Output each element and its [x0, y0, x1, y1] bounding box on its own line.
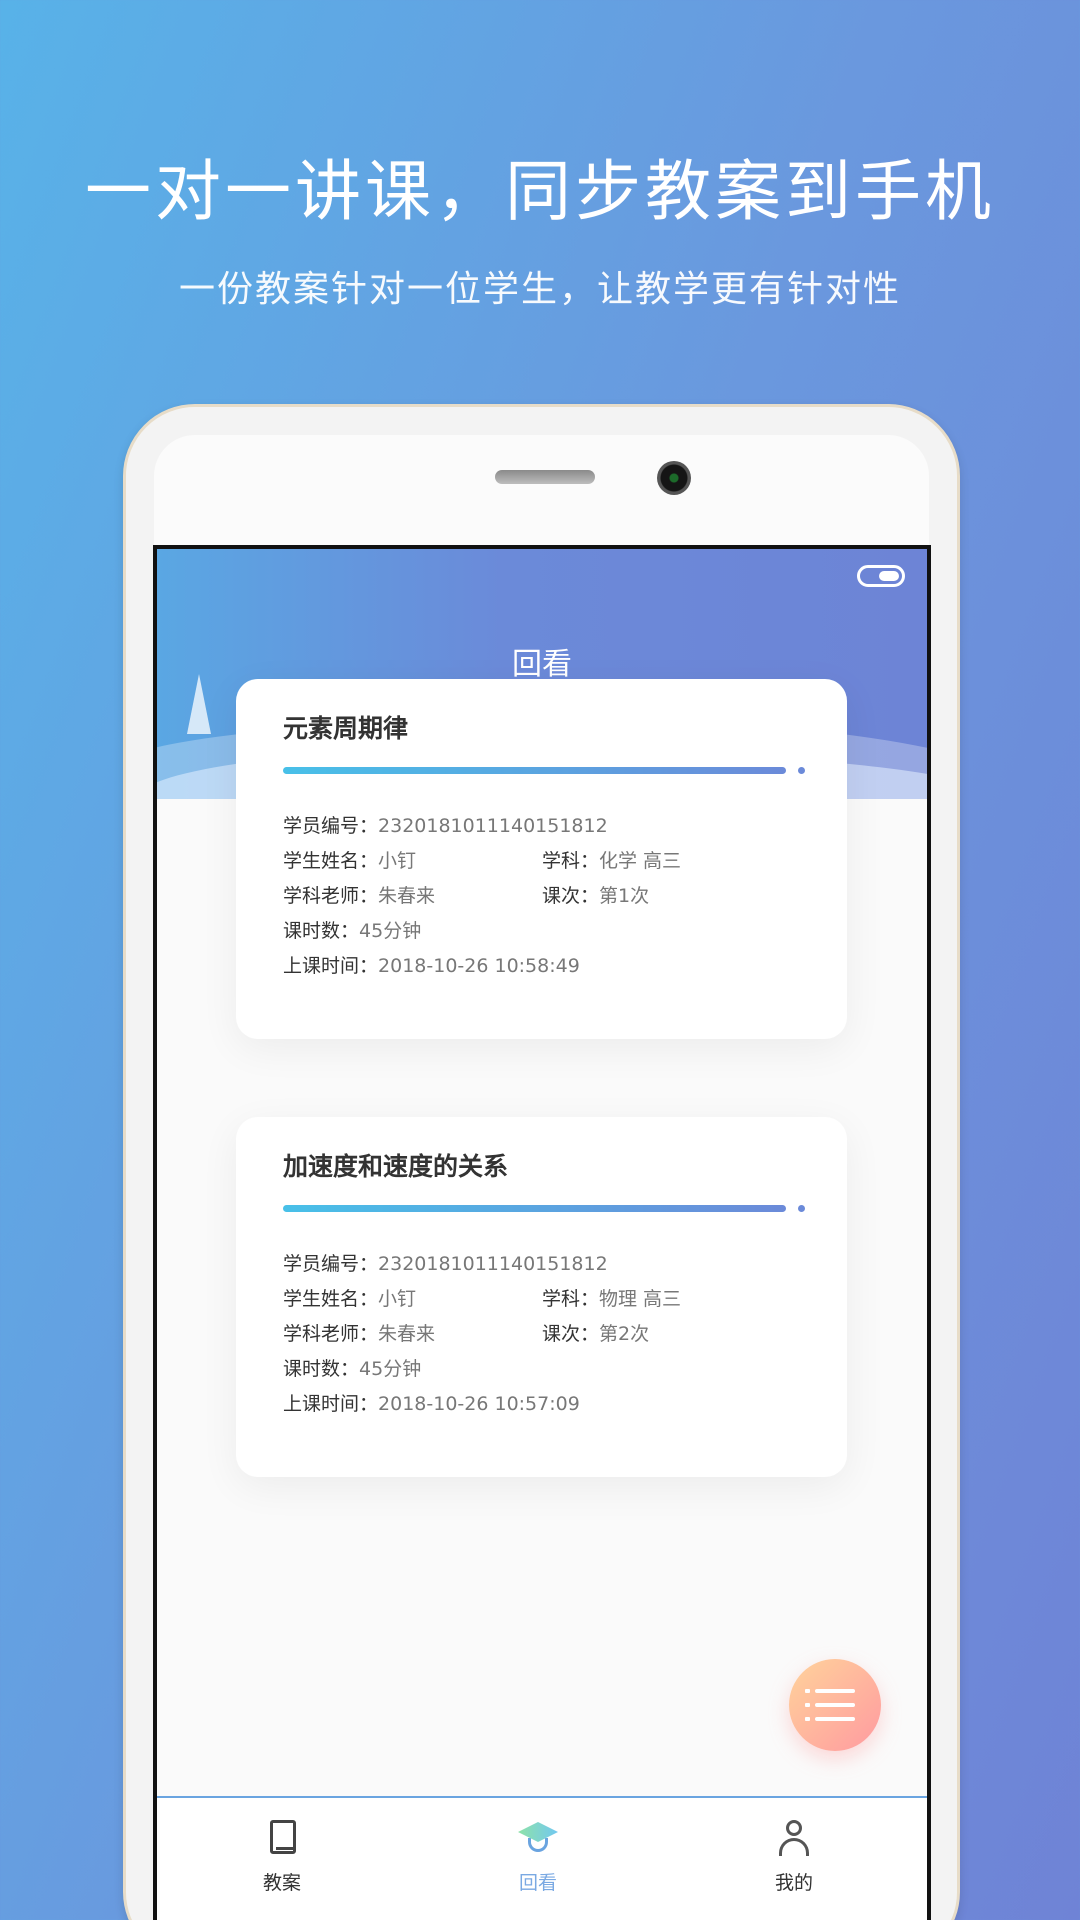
class-time-label: 上课时间：: [283, 1393, 379, 1415]
sail-decoration: [187, 674, 211, 734]
lesson-title: 加速度和速度的关系: [283, 1152, 509, 1181]
student-id-label: 学员编号：: [283, 815, 379, 837]
subject-label: 学科：: [542, 1288, 600, 1310]
teacher-row: 学科老师：朱春来: [283, 1319, 435, 1346]
student-id-row: 学员编号：2320181011140151812: [283, 1249, 608, 1276]
tab-label: 我的: [774, 1872, 813, 1894]
class-time-value: 2018-10-26 10:57:09: [378, 1393, 580, 1415]
class-time-value: 2018-10-26 10:58:49: [378, 955, 580, 977]
graduation-cap-icon: [518, 1818, 558, 1858]
bottom-tab-bar: 教案 回看 我的: [157, 1796, 927, 1920]
progress-dot: [798, 767, 805, 774]
phone-screen: 回看 元素周期律 学员编号：2320181011140151812 学生姓名：小…: [153, 545, 931, 1920]
subject-label: 学科：: [542, 850, 600, 872]
duration-row: 课时数：45分钟: [283, 1354, 421, 1381]
student-name-row: 学生姓名：小钉: [283, 846, 416, 873]
student-name-row: 学生姓名：小钉: [283, 1284, 416, 1311]
tab-mine[interactable]: 我的: [734, 1818, 854, 1895]
teacher-value: 朱春来: [378, 885, 436, 907]
tab-lesson-plans[interactable]: 教案: [222, 1818, 342, 1895]
lesson-no-value: 第2次: [599, 1323, 650, 1345]
menu-fab-button[interactable]: [789, 1659, 881, 1751]
user-icon: [774, 1818, 814, 1858]
student-name-value: 小钉: [378, 850, 417, 872]
teacher-label: 学科老师：: [283, 1323, 379, 1345]
progress-dot: [798, 1205, 805, 1212]
class-time-row: 上课时间：2018-10-26 10:57:09: [283, 1389, 580, 1416]
page-title: 回看: [512, 647, 572, 682]
student-id-value: 2320181011140151812: [378, 1253, 608, 1275]
duration-row: 课时数：45分钟: [283, 916, 421, 943]
teacher-label: 学科老师：: [283, 885, 379, 907]
subject-value: 物理 高三: [599, 1288, 682, 1310]
lesson-no-row: 课次：第2次: [542, 1319, 649, 1346]
subject-value: 化学 高三: [599, 850, 682, 872]
student-id-value: 2320181011140151812: [378, 815, 608, 837]
book-icon: [262, 1818, 302, 1858]
duration-value: 45分钟: [359, 920, 422, 942]
subject-row: 学科：化学 高三: [542, 846, 681, 873]
tab-label: 教案: [262, 1872, 301, 1894]
teacher-value: 朱春来: [378, 1323, 436, 1345]
student-name-label: 学生姓名：: [283, 1288, 379, 1310]
lesson-no-label: 课次：: [542, 885, 600, 907]
duration-label: 课时数：: [283, 920, 360, 942]
lesson-no-value: 第1次: [599, 885, 650, 907]
phone-camera-icon: [657, 461, 691, 495]
teacher-row: 学科老师：朱春来: [283, 881, 435, 908]
progress-bar: [283, 1205, 786, 1212]
lesson-title: 元素周期律: [283, 714, 409, 743]
lesson-no-row: 课次：第1次: [542, 881, 649, 908]
tab-label: 回看: [518, 1872, 557, 1894]
student-id-row: 学员编号：2320181011140151812: [283, 811, 608, 838]
lesson-no-label: 课次：: [542, 1323, 600, 1345]
tab-playback[interactable]: 回看: [478, 1818, 598, 1895]
duration-value: 45分钟: [359, 1358, 422, 1380]
subject-row: 学科：物理 高三: [542, 1284, 681, 1311]
student-id-label: 学员编号：: [283, 1253, 379, 1275]
promo-headline: 一对一讲课，同步教案到手机: [85, 153, 995, 230]
student-name-label: 学生姓名：: [283, 850, 379, 872]
battery-icon: [857, 565, 905, 587]
promo-subline: 一份教案针对一位学生，让教学更有针对性: [178, 269, 901, 310]
phone-speaker: [495, 470, 595, 484]
lesson-card[interactable]: 元素周期律 学员编号：2320181011140151812 学生姓名：小钉 学…: [236, 679, 847, 1039]
lesson-card[interactable]: 加速度和速度的关系 学员编号：2320181011140151812 学生姓名：…: [236, 1117, 847, 1477]
class-time-row: 上课时间：2018-10-26 10:58:49: [283, 951, 580, 978]
student-name-value: 小钉: [378, 1288, 417, 1310]
duration-label: 课时数：: [283, 1358, 360, 1380]
class-time-label: 上课时间：: [283, 955, 379, 977]
progress-bar: [283, 767, 786, 774]
